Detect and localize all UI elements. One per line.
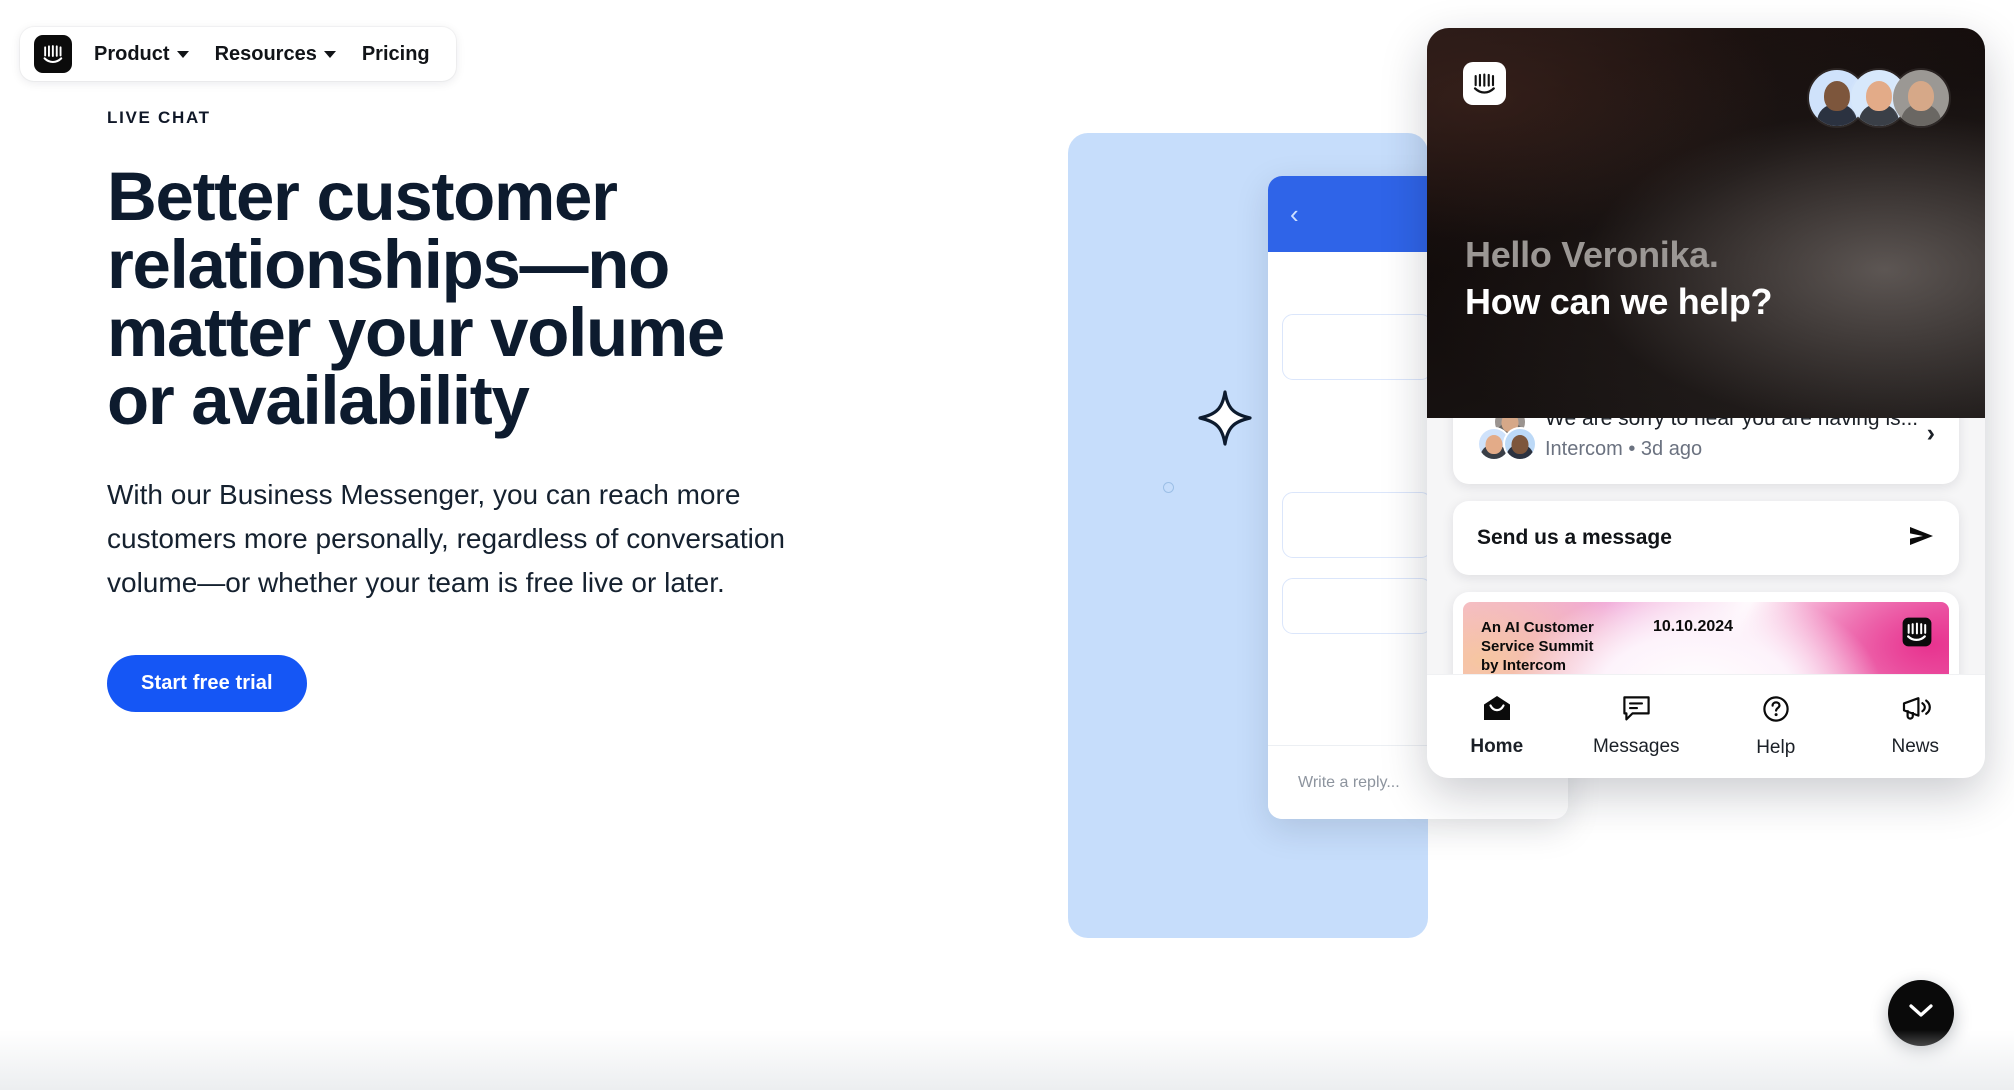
messenger-launcher-button[interactable] (1888, 980, 1954, 1046)
chat-bubble (1282, 578, 1432, 634)
tab-label: Home (1470, 736, 1524, 757)
messenger-header: Hello Veronika. How can we help? (1427, 28, 1985, 418)
chevron-down-icon (176, 50, 189, 58)
hero-eyebrow: LIVE CHAT (107, 108, 211, 127)
avatar (1893, 70, 1949, 126)
tab-messages[interactable]: Messages (1567, 695, 1707, 758)
intercom-logo-icon[interactable] (34, 35, 72, 73)
tab-home[interactable]: Home (1427, 695, 1567, 758)
nav-item-label: Product (94, 42, 170, 65)
send-message-label: Send us a message (1477, 526, 1672, 549)
tab-news[interactable]: News (1846, 695, 1986, 758)
team-avatars (1809, 70, 1949, 126)
chevron-left-icon[interactable]: ‹ (1290, 201, 1299, 227)
hero-subhead: With our Business Messenger, you can rea… (107, 479, 786, 598)
promo-date: 10.10.2024 (1653, 618, 1734, 635)
home-envelope-icon (1482, 695, 1512, 727)
chat-bubble (1282, 492, 1432, 558)
avatar-cluster (1477, 418, 1539, 461)
navbar: Product Resources Pricing (20, 27, 456, 81)
nav-item-pricing[interactable]: Pricing (362, 43, 430, 66)
tab-label: News (1891, 736, 1939, 757)
recent-message-row: We are sorry to hear you are having is..… (1477, 418, 1935, 461)
nav-item-label: Pricing (361, 42, 430, 65)
nav-item-resources[interactable]: Resources (215, 43, 336, 66)
messenger-greeting: Hello Veronika. How can we help? (1465, 232, 1773, 326)
start-free-trial-button[interactable]: Start free trial (107, 655, 307, 712)
greeting-line-2: How can we help? (1465, 281, 1773, 322)
bottom-gradient (0, 1030, 2014, 1090)
chat-bubble (1282, 314, 1432, 380)
recent-message-meta: Intercom • 3d ago (1545, 438, 1703, 460)
intercom-logo-icon (1901, 616, 1933, 648)
messenger-body: Recent message (1427, 418, 1985, 674)
promo-image: An AI Customer Service Summit by Intercom … (1463, 602, 1949, 674)
chevron-down-icon (323, 50, 336, 58)
megaphone-icon (1900, 695, 1931, 727)
promo-kicker: An AI Customer Service Summit by Intercom (1481, 619, 1594, 674)
small-circle-icon (1163, 482, 1174, 493)
messenger-bottom-nav: Home Messages Help News (1427, 674, 1985, 778)
speech-bubble-icon (1622, 695, 1651, 727)
send-us-a-message-button[interactable]: Send us a message (1453, 501, 1959, 575)
messenger-widget: Hello Veronika. How can we help? Recent … (1427, 28, 1985, 778)
send-paper-plane-icon (1908, 525, 1935, 552)
nav-item-product[interactable]: Product (94, 43, 189, 66)
sparkle-star-icon (1198, 390, 1252, 451)
intercom-logo-icon (1463, 62, 1506, 105)
recent-message-preview: We are sorry to hear you are having is..… (1545, 418, 1917, 430)
recent-message-texts: We are sorry to hear you are having is..… (1545, 418, 1917, 461)
page-title: Better customer relationships—no matter … (107, 158, 725, 439)
tab-label: Messages (1592, 736, 1680, 757)
nav-item-label: Resources (214, 42, 317, 65)
chevron-down-icon (1908, 1003, 1934, 1024)
hero-section: LIVE CHAT Better customer relationships—… (107, 108, 897, 712)
greeting-line-1: Hello Veronika. (1465, 234, 1719, 275)
question-circle-icon (1762, 695, 1790, 728)
chevron-right-icon: › (1926, 418, 1935, 447)
nav-links: Product Resources Pricing (94, 43, 430, 66)
tab-help[interactable]: Help (1706, 695, 1846, 759)
recent-message-card[interactable]: Recent message (1453, 418, 1959, 484)
promo-card-pioneer[interactable]: An AI Customer Service Summit by Intercom … (1453, 592, 1959, 674)
avatar (1503, 427, 1537, 461)
tab-label: Help (1756, 736, 1796, 758)
landing-page: Product Resources Pricing LIVE CHAT Bett… (0, 0, 2014, 1090)
